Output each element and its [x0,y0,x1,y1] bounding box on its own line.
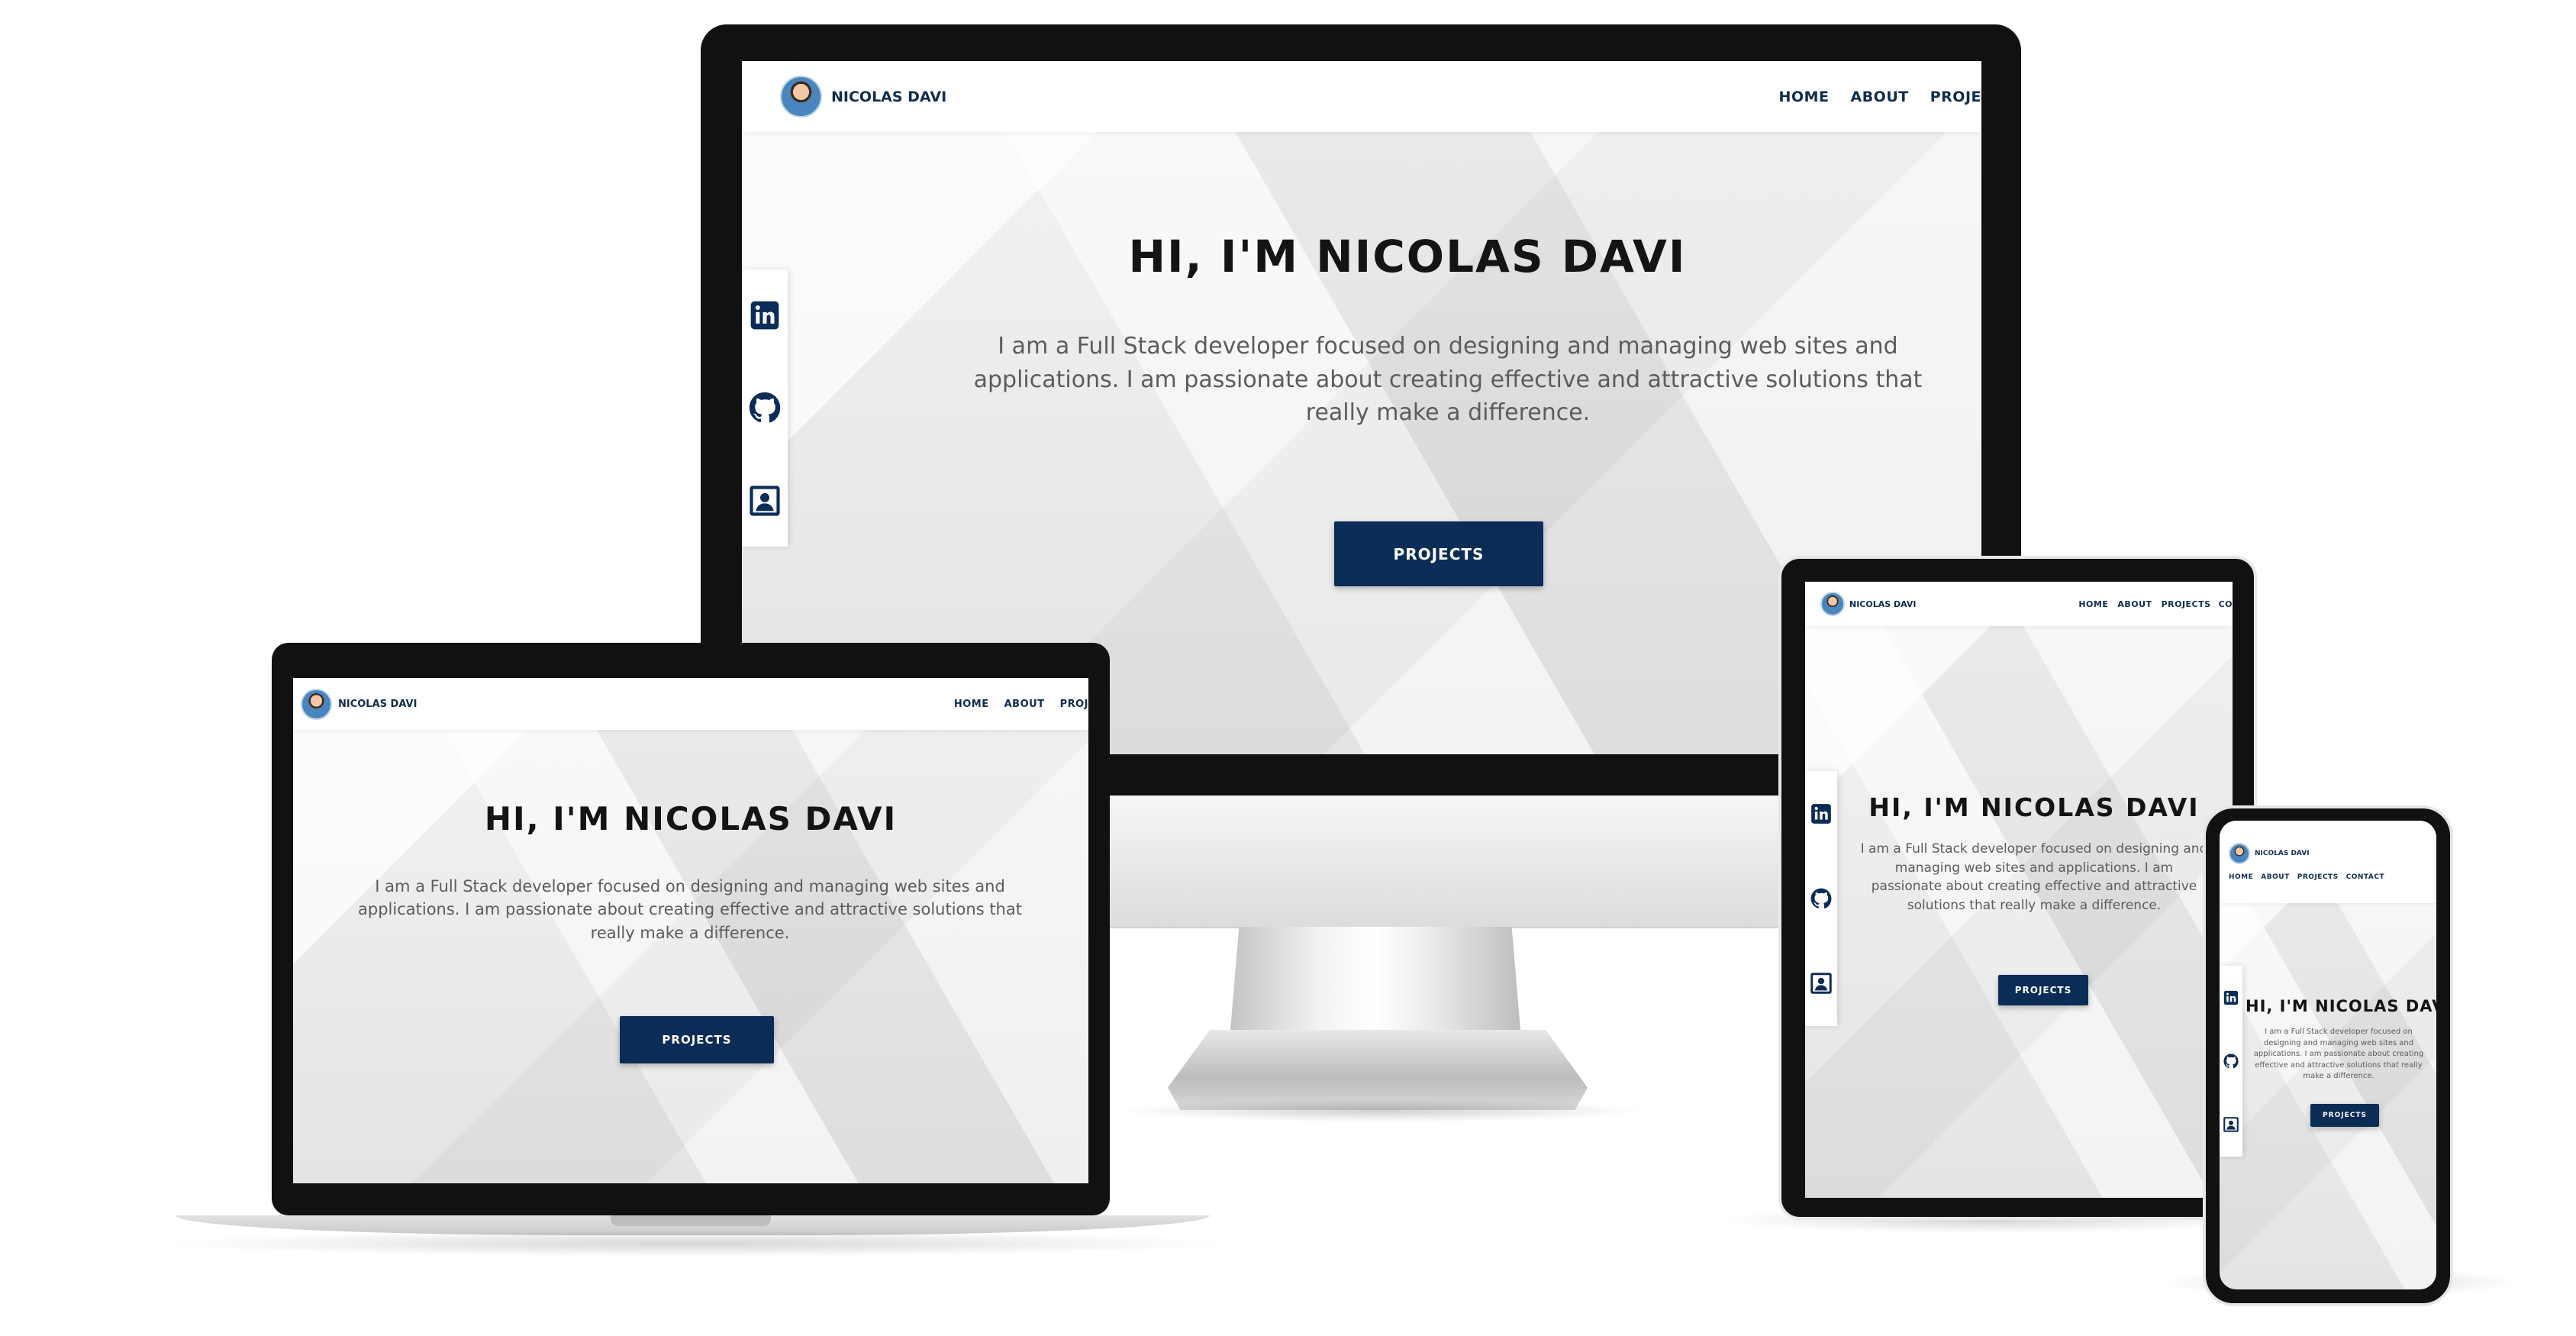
nav-link-about[interactable]: ABOUT [1851,89,1909,105]
nav-link-home[interactable]: HOME [1779,89,1830,105]
projects-button[interactable]: PROJECTS [620,1016,774,1063]
nav-link-projects[interactable]: PROJE [1930,89,1981,105]
brand-name: NICOLAS DAVI [831,88,947,105]
contact-card-icon[interactable] [2223,1117,2239,1133]
brand[interactable]: NICOLAS DAVI [780,76,946,118]
nav-link-home[interactable]: HOME [2229,873,2253,881]
contact-card-icon[interactable] [750,486,780,516]
avatar [301,688,332,720]
tablet-screen: NICOLAS DAVI HOME ABOUT PROJECTS CO HI, … [1805,582,2233,1198]
laptop-screen: NICOLAS DAVI HOME ABOUT PROJ HI, I'M NIC… [293,678,1088,1183]
avatar [1820,592,1845,616]
github-icon[interactable] [1810,888,1832,909]
contact-card-icon[interactable] [1810,973,1832,995]
social-sidebar [742,269,788,547]
brand-name: NICOLAS DAVI [1849,599,1917,609]
nav-menu: HOME ABOUT PROJE [1779,89,1981,105]
nav-menu: HOME ABOUT PROJECTS CO [2078,599,2233,609]
navbar: NICOLAS DAVI HOME ABOUT PROJE [742,61,1981,132]
hero-text: I am a Full Stack developer focused on d… [358,877,1022,942]
nav-link-home[interactable]: HOME [954,699,989,710]
navbar: NICOLAS DAVI HOME ABOUT PROJECTS CO [1805,582,2233,626]
nav-link-contact[interactable]: CONTACT [2346,873,2384,881]
linkedin-icon[interactable] [750,300,780,331]
projects-button[interactable]: PROJECTS [1334,521,1543,586]
nav-link-home[interactable]: HOME [2078,599,2108,609]
nav-link-projects[interactable]: PROJECTS [2297,873,2339,881]
hero-title: HI, I'M NICOLAS DAVI [2246,997,2436,1015]
brand-name: NICOLAS DAVI [2255,850,2310,857]
nav-link-about[interactable]: ABOUT [2261,873,2289,881]
hero-text: I am a Full Stack developer focused on d… [2253,1028,2424,1080]
hero-title: HI, I'M NICOLAS DAVI [1868,792,2200,822]
navbar: NICOLAS DAVI HOME ABOUT PROJECTS CONTACT [2220,821,2436,903]
nav-link-about[interactable]: ABOUT [1004,699,1045,710]
hero-title: HI, I'M NICOLAS DAVI [484,800,898,837]
nav-link-contact[interactable]: CO [2219,599,2233,609]
brand[interactable]: NICOLAS DAVI [301,688,418,720]
projects-button[interactable]: PROJECTS [2310,1104,2379,1127]
phone-screen: NICOLAS DAVI HOME ABOUT PROJECTS CONTACT… [2220,821,2436,1289]
hero-text: I am a Full Stack developer focused on d… [973,333,1923,426]
nav-link-projects[interactable]: PROJECTS [2162,599,2211,609]
social-sidebar [2220,966,2242,1157]
hero-title: HI, I'M NICOLAS DAVI [1128,231,1687,282]
nav-link-projects[interactable]: PROJ [1060,699,1088,710]
github-icon[interactable] [749,392,781,424]
brand[interactable]: NICOLAS DAVI [2229,843,2310,864]
nav-menu: HOME ABOUT PROJECTS CONTACT [2229,873,2384,881]
github-icon[interactable] [2223,1054,2239,1069]
nav-link-about[interactable]: ABOUT [2117,599,2152,609]
navbar: NICOLAS DAVI HOME ABOUT PROJ [293,678,1088,730]
brand[interactable]: NICOLAS DAVI [1820,592,1917,616]
avatar [2229,843,2250,864]
brand-name: NICOLAS DAVI [338,698,418,710]
nav-menu: HOME ABOUT PROJ [954,699,1088,710]
hero-text: I am a Full Stack developer focused on d… [1860,841,2208,913]
projects-button[interactable]: PROJECTS [1998,975,2088,1005]
avatar [780,76,822,118]
